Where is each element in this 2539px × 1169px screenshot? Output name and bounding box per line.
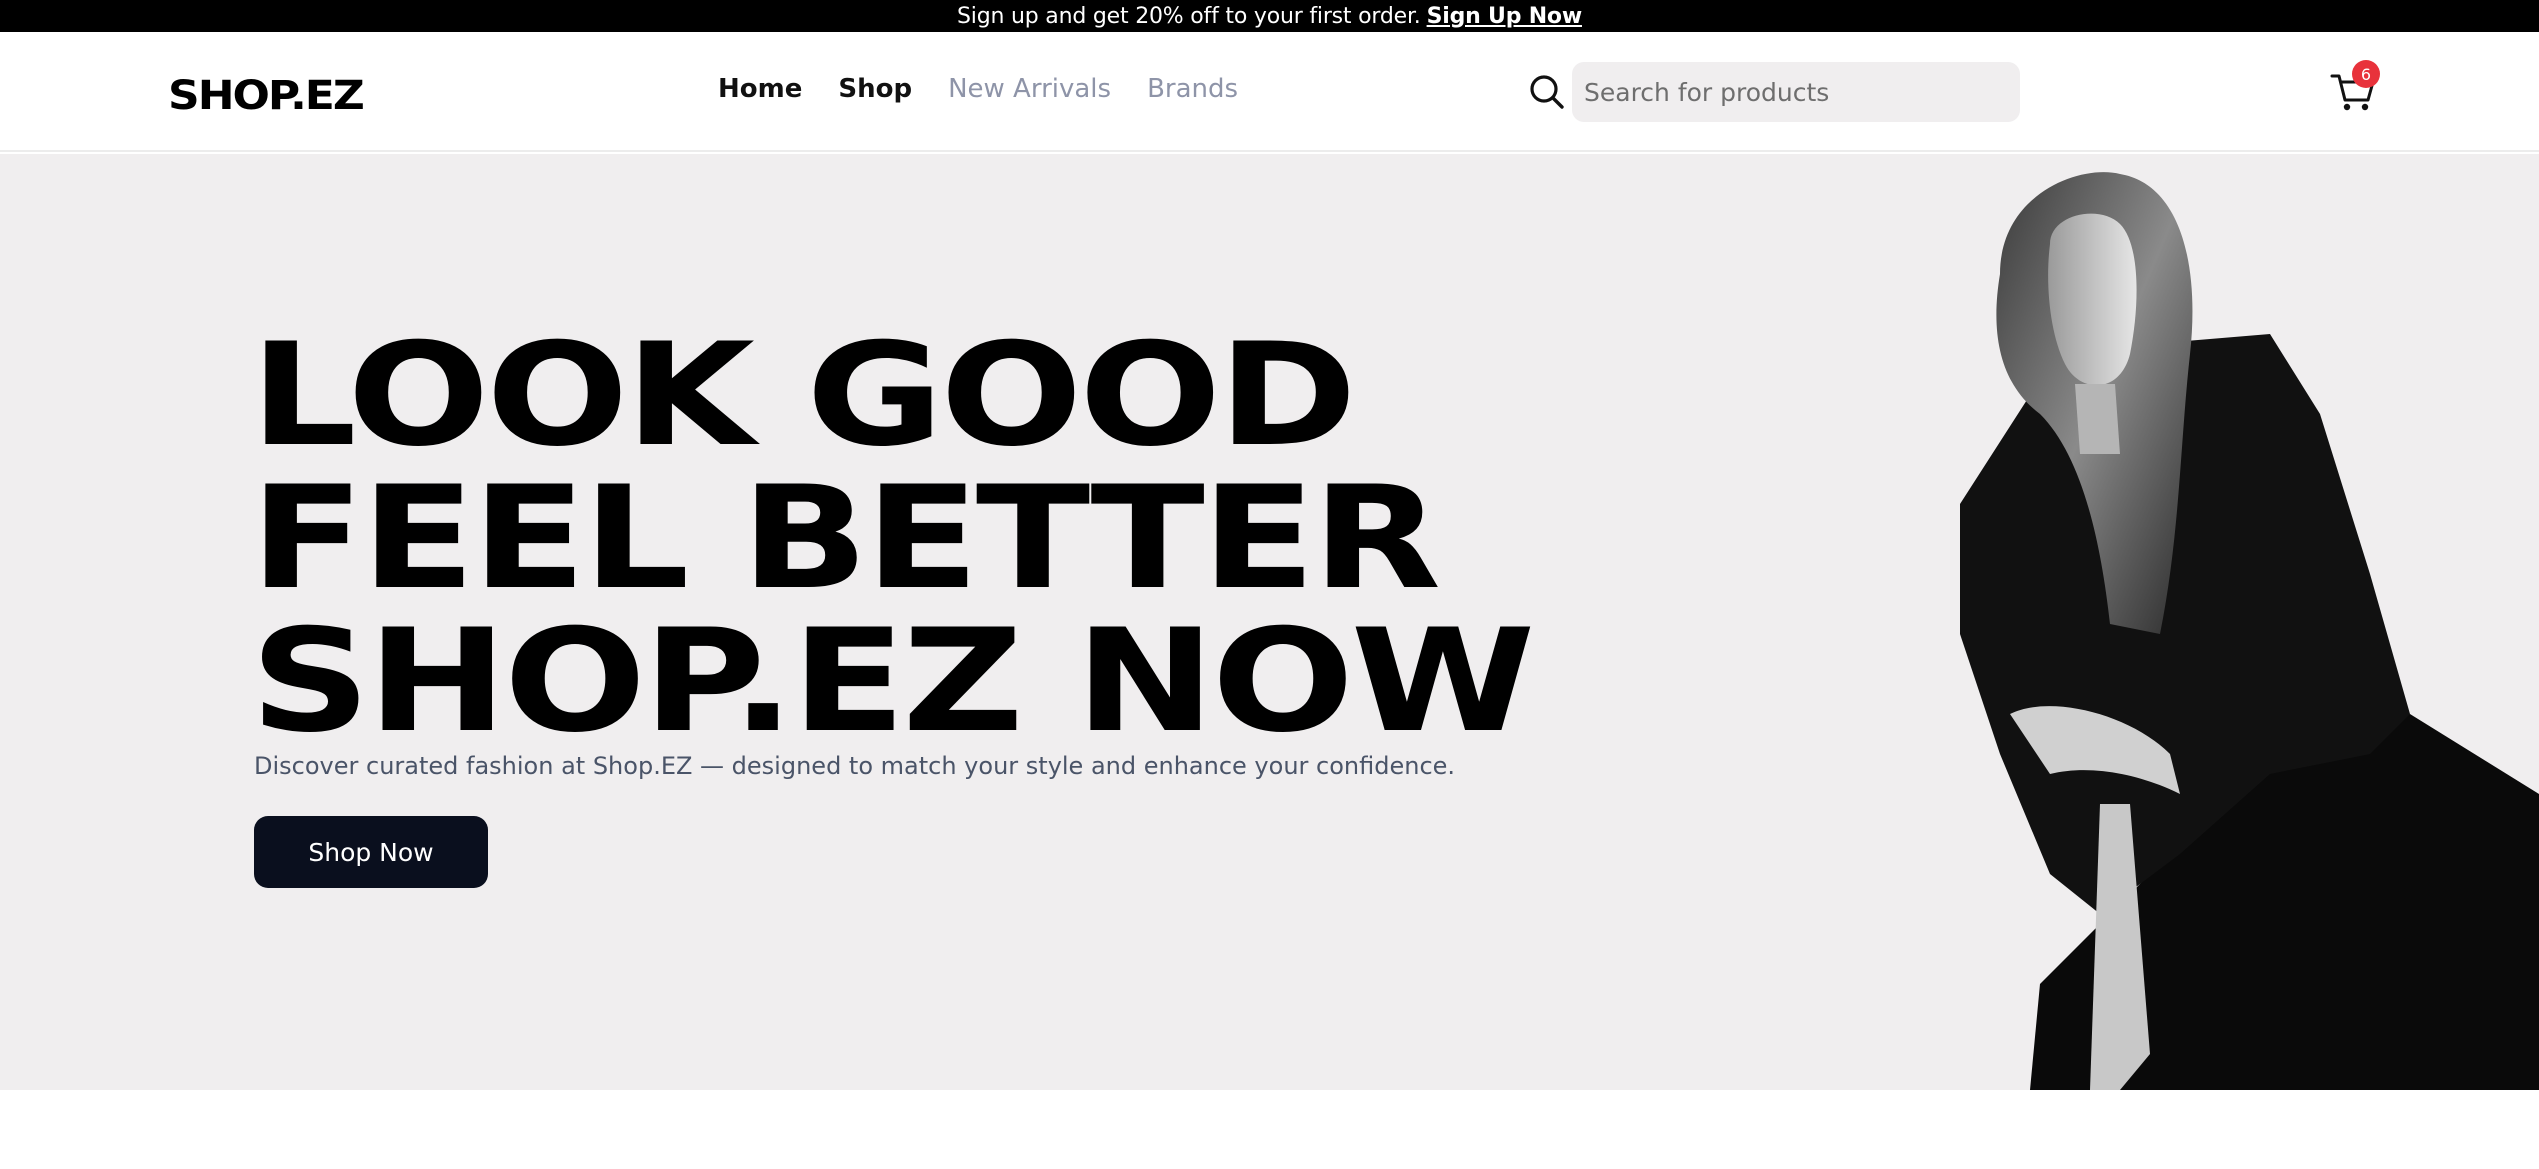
search-icon[interactable] (1528, 72, 1566, 112)
cart-count-badge: 6 (2352, 60, 2380, 88)
promo-text: Sign up and get 20% off to your first or… (957, 3, 1421, 29)
shop-now-button[interactable]: Shop Now (254, 816, 488, 888)
main-nav: Home Shop New Arrivals Brands (718, 74, 1238, 104)
nav-brands[interactable]: Brands (1147, 74, 1238, 104)
hero-title-line: SHOP.EZ NOW (250, 599, 1535, 764)
search-input[interactable] (1572, 62, 2020, 122)
hero-model-image (1960, 172, 2539, 1090)
hero-subtitle: Discover curated fashion at Shop.EZ — de… (254, 752, 1456, 780)
page-below-hero (0, 1090, 2539, 1169)
nav-new-arrivals[interactable]: New Arrivals (948, 74, 1111, 104)
logo[interactable]: SHOP.EZ (168, 72, 365, 119)
promo-bar: Sign up and get 20% off to your first or… (0, 0, 2539, 32)
hero-title: LOOK GOOD FEEL BETTER SHOP.EZ NOW (250, 313, 1535, 764)
hero-title-line: FEEL BETTER (250, 456, 1441, 621)
site-header: SHOP.EZ Home Shop New Arrivals Brands 6 (0, 32, 2539, 152)
sign-up-link[interactable]: Sign Up Now (1427, 4, 1583, 29)
hero-title-line: LOOK GOOD (250, 313, 1357, 478)
hero-section: LOOK GOOD FEEL BETTER SHOP.EZ NOW Discov… (0, 154, 2539, 1090)
nav-home[interactable]: Home (718, 74, 802, 104)
nav-shop[interactable]: Shop (838, 74, 912, 104)
